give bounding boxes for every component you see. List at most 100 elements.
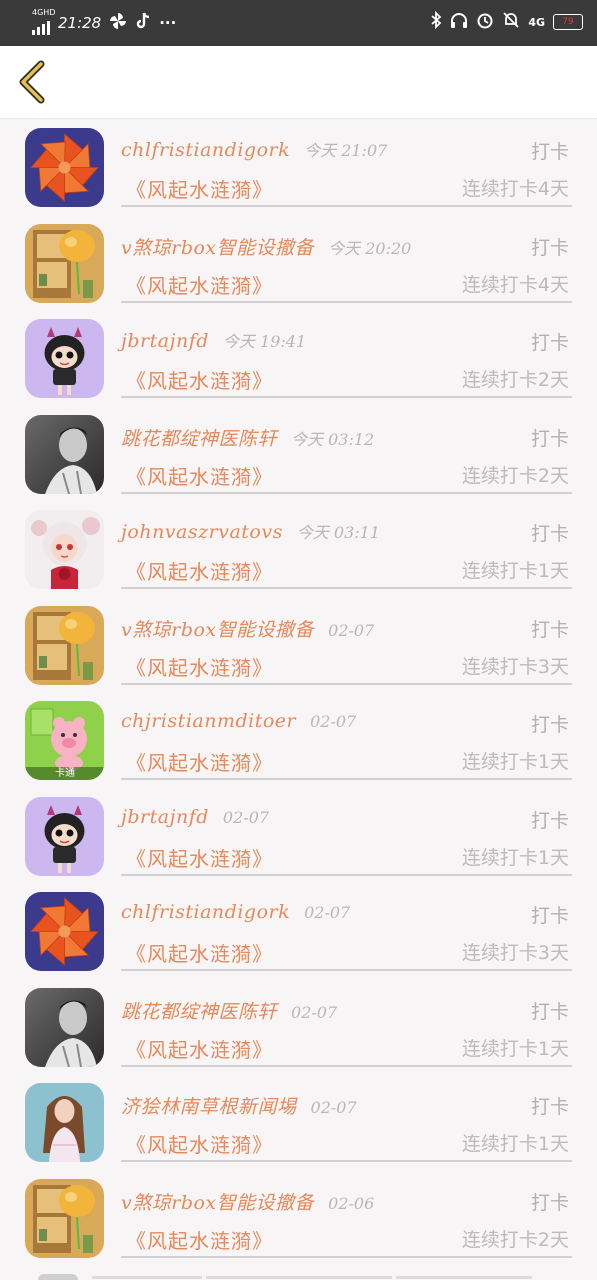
row-divider [121,1160,572,1162]
row-divider [121,1255,572,1258]
name-line: jbrtajnfd 今天 19:41 [121,328,306,354]
user-name[interactable]: v煞琼rbox智能设撤备 [121,615,314,642]
headphones-icon [450,12,468,32]
checkin-row[interactable]: jbrtajnfd 今天 19:41 打卡 《风起水涟漪》 连续打卡2天 [0,310,597,406]
checkin-action-label: 打卡 [530,332,569,354]
book-title[interactable]: 《风起水涟漪》 [126,938,273,967]
checkin-row[interactable]: jbrtajnfd 02-07 打卡 《风起水涟漪》 连续打卡1天 [0,788,597,884]
checkin-row[interactable]: johnvaszrvatovs 今天 03:11 打卡《风起水涟漪》 连续打卡1天 [0,501,597,597]
checkin-row[interactable]: chlfristiandigork 今天 21:07 打卡 《风起水涟漪》 连续打卡4天 [0,119,597,215]
user-name[interactable]: jbrtajnfd [121,806,209,828]
avatar[interactable] [25,223,104,303]
book-title[interactable]: 《风起水涟漪》 [126,1225,273,1254]
book-title[interactable]: 《风起水涟漪》 [126,461,273,490]
checkin-row[interactable]: 济狯林南草根新闻埸 02-07 打卡 《风起水涟漪》 连续打卡1天 [0,1074,597,1170]
user-name[interactable]: chjristianmditoer [121,710,296,732]
streak-label: 连续打卡1天 [461,1133,569,1155]
user-name[interactable]: chlfristiandigork [121,139,290,161]
streak-label: 连续打卡1天 [461,751,569,773]
row-divider [121,300,572,303]
avatar[interactable] [25,1083,104,1162]
row-divider [121,396,572,398]
user-name[interactable]: johnvaszrvatovs [121,521,283,543]
streak-label: 连续打卡1天 [461,560,569,582]
row-divider [121,969,572,971]
streak-label: 连续打卡3天 [461,942,569,964]
status-left: 4GHD 21:28 ··· [32,9,176,35]
header [0,46,597,119]
name-line: jbrtajnfd 02-07 [121,806,269,832]
signal-4g-icon: 4G [528,15,545,29]
streak-label: 连续打卡2天 [461,464,569,487]
status-right: 4G 79 [430,10,583,33]
book-title[interactable]: 《风起水涟漪》 [126,1034,273,1063]
avatar[interactable] [25,987,104,1067]
checkin-action-label: 打卡 [530,714,569,736]
checkin-time: 今天 03:11 [296,523,381,542]
checkin-row[interactable]: v煞琼rbox智能设撤备 02-07 打卡 《风起水涟漪》 连续打卡3天 [0,597,597,693]
row-divider [121,1064,572,1067]
avatar[interactable] [25,1178,104,1258]
checkin-row[interactable]: v煞琼rbox智能设撤备 今天 20:20 打卡 《风起水涟漪》 连续打卡4天 [0,215,597,311]
checkin-list: chlfristiandigork 今天 21:07 打卡 《风起水涟漪》 连续打卡4天… [0,119,597,1265]
avatar[interactable] [25,510,104,589]
avatar[interactable] [25,128,104,207]
row-divider [121,778,572,780]
book-title[interactable]: 《风起水涟漪》 [126,747,273,776]
avatar[interactable] [25,414,104,494]
user-name[interactable]: v煞琼rbox智能设撤备 [121,1188,314,1215]
checkin-row[interactable]: 跳花都绽神医陈轩 今天 03:12 打卡《风起水涟漪》 连续打卡2天 [0,406,597,502]
checkin-action-label: 打卡 [530,618,569,641]
avatar[interactable] [25,892,104,971]
checkin-action-label: 打卡 [530,236,569,259]
streak-label: 连续打卡4天 [461,273,569,296]
checkin-action-label: 打卡 [530,523,569,545]
avatar[interactable] [25,796,104,876]
book-title[interactable]: 《风起水涟漪》 [126,556,273,585]
name-line: 跳花都绽神医陈轩 02-07 [121,997,337,1023]
chevron-left-icon [19,60,45,104]
row-divider [121,587,572,589]
checkin-time: 02-07 [310,1098,357,1117]
checkin-time: 02-07 [291,1002,338,1022]
checkin-action-label: 打卡 [530,809,569,832]
name-line: v煞琼rbox智能设撤备 02-07 [121,615,374,641]
checkin-row[interactable]: 跳花都绽神医陈轩 02-07 打卡 《风起水涟漪》 连续打卡1天 [0,979,597,1075]
checkin-row[interactable]: 卡通 chjristianmditoer 02-07 打卡《风起水涟漪》 连续打卡1天 [0,692,597,788]
checkin-time: 02-07 [310,712,357,731]
book-title[interactable]: 《风起水涟漪》 [126,365,273,394]
avatar[interactable] [25,605,104,685]
book-title[interactable]: 《风起水涟漪》 [126,843,273,872]
name-line: 跳花都绽神医陈轩 今天 03:12 [121,424,374,450]
name-line: v煞琼rbox智能设撤备 02-06 [121,1188,374,1214]
book-title[interactable]: 《风起水涟漪》 [126,652,273,681]
checkin-action-label: 打卡 [530,1191,569,1214]
book-title[interactable]: 《风起水涟漪》 [126,1129,273,1158]
back-button[interactable] [14,60,50,104]
user-name[interactable]: jbrtajnfd [121,330,209,352]
alarm-icon [476,11,494,33]
avatar[interactable] [25,319,104,398]
user-name[interactable]: 济狯林南草根新闻埸 [121,1092,297,1119]
user-name[interactable]: 跳花都绽神医陈轩 [121,424,277,451]
checkin-action-label: 打卡 [530,1000,569,1023]
streak-label: 连续打卡4天 [461,178,569,200]
user-name[interactable]: 跳花都绽神医陈轩 [121,997,277,1024]
checkin-row[interactable]: v煞琼rbox智能设撤备 02-06 打卡 《风起水涟漪》 连续打卡2天 [0,1170,597,1266]
checkin-time: 今天 03:12 [291,429,375,449]
checkin-row[interactable]: chlfristiandigork 02-07 打卡 《风起水涟漪》 连续打卡3天 [0,883,597,979]
checkin-action-label: 打卡 [530,141,569,163]
avatar[interactable]: 卡通 [25,701,104,780]
status-bar: 4GHD 21:28 ··· 4G 79 [0,0,597,46]
checkin-time: 02-07 [222,807,270,827]
name-line: chlfristiandigork 02-07 [121,901,350,927]
battery-level: 79 [562,17,574,27]
user-name[interactable]: chlfristiandigork [121,901,290,923]
book-title[interactable]: 《风起水涟漪》 [126,270,273,299]
user-name[interactable]: v煞琼rbox智能设撤备 [121,233,314,260]
checkin-time: 02-06 [328,1193,375,1213]
book-title[interactable]: 《风起水涟漪》 [126,174,273,203]
checkin-action-label: 打卡 [530,427,569,450]
checkin-time: 今天 19:41 [222,332,307,351]
checkin-time: 02-07 [304,903,351,922]
